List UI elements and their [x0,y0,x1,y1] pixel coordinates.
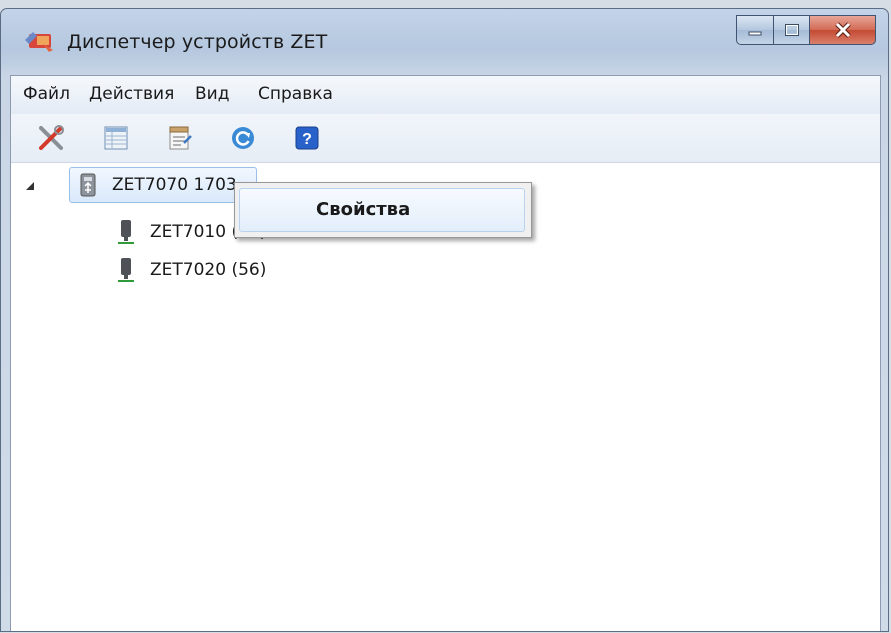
maximize-icon [784,24,799,36]
tree-node-root[interactable]: ZET7070 1703 [69,167,257,203]
tools-icon [39,125,64,150]
context-menu-label: Свойства [316,199,411,220]
menu-view[interactable]: Вид [195,84,229,104]
window-title: Диспетчер устройств ZET [67,31,328,53]
title-bar[interactable]: Диспетчер устройств ZET [1,9,888,71]
properties-icon [169,126,192,150]
maximize-button[interactable] [774,15,810,45]
help-icon: ? [295,126,319,150]
help-glyph: ? [302,131,312,148]
close-button[interactable] [810,15,876,45]
minimize-button[interactable] [736,15,774,45]
table-view-button[interactable] [102,124,130,152]
menu-actions[interactable]: Действия [89,84,174,104]
sensor-device-icon [118,220,134,244]
tree-node-label: ZET7020 (56) [150,260,267,280]
collapse-arrow-icon[interactable] [25,181,35,191]
context-menu: Свойства [234,182,532,238]
menu-bar: Файл Действия Вид Справка [11,76,880,115]
client-area: Файл Действия Вид Справка ? ZET7070 1703… [10,75,881,631]
sensor-device-icon [118,258,134,282]
tools-button[interactable] [37,124,65,152]
tree-node-child[interactable]: ZET7020 (56) [116,253,266,287]
context-menu-item-properties[interactable]: Свойства [239,188,525,232]
menu-file[interactable]: Файл [23,84,70,104]
toolbar: ? [11,114,880,163]
menu-help[interactable]: Справка [258,84,333,104]
help-button[interactable]: ? [293,124,321,152]
table-icon [104,126,128,150]
properties-button[interactable] [166,124,194,152]
refresh-icon [232,127,254,149]
minimize-icon [748,31,762,36]
caption-buttons [736,15,876,47]
close-icon [834,22,851,38]
app-window: Диспетчер устройств ZET Файл Действия Ви… [0,8,889,632]
tree-node-label: ZET7070 1703 [112,175,237,195]
device-manager-app-icon [25,32,53,52]
usb-device-icon [80,173,96,197]
refresh-button[interactable] [229,124,257,152]
